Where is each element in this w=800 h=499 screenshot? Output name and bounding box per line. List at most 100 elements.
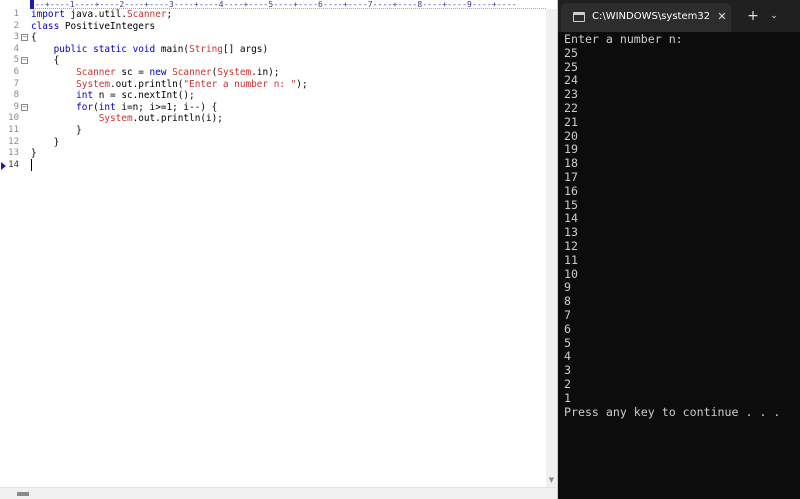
code-token-str: "Enter a number n: ": [183, 78, 297, 90]
gutter-line: 11: [0, 125, 30, 137]
console-line: 19: [564, 142, 578, 157]
line-number: 3: [13, 32, 19, 43]
code-line[interactable]: {: [31, 32, 37, 44]
code-token-type: System: [217, 67, 252, 78]
line-number: 11: [8, 125, 19, 135]
code-token: main(: [155, 43, 190, 55]
fold-toggle-icon[interactable]: −: [21, 34, 28, 42]
line-number: 9: [13, 101, 19, 112]
console-line: 25: [564, 45, 578, 60]
line-number: 14: [8, 159, 19, 170]
code-token-type: System: [76, 78, 111, 90]
code-line[interactable]: int n = sc.nextInt();: [31, 90, 195, 102]
code-token-kw: public static void: [53, 43, 156, 55]
code-token: sc =: [115, 67, 150, 78]
gutter-line: 8: [0, 90, 30, 102]
code-token: .out.println(i);: [132, 113, 223, 125]
console-line: 21: [564, 114, 578, 129]
terminal-window[interactable]: C:\WINDOWS\system32\cmd. ✕ + ⌄ Enter a n…: [558, 0, 800, 499]
code-token-type: Scanner: [76, 67, 116, 78]
code-token-kw: import: [31, 9, 65, 20]
console-line: 23: [564, 87, 578, 102]
scroll-down-arrow-icon[interactable]: ▼: [547, 476, 556, 485]
console-line: 20: [564, 128, 578, 143]
gutter-line: 4: [0, 44, 30, 56]
console-line: 11: [564, 252, 578, 267]
gutter-line: 7: [0, 79, 30, 91]
code-token: n = sc.nextInt();: [93, 90, 195, 102]
console-line: 17: [564, 169, 578, 184]
console-line: 1: [564, 390, 571, 405]
code-token: }: [31, 136, 60, 148]
line-number: 4: [13, 43, 19, 54]
code-line[interactable]: for(int i=n; i>=1; i--) {: [31, 102, 217, 114]
text-caret: [31, 159, 32, 171]
console-line: 4: [564, 349, 571, 364]
vertical-scrollbar[interactable]: [546, 9, 557, 487]
line-number: 12: [8, 136, 19, 147]
code-token: java.util.: [64, 9, 127, 20]
gutter-line: 10: [0, 113, 30, 125]
console-line: 12: [564, 238, 578, 253]
line-number-gutter[interactable]: 1 2 3−4 5−6 7 8 9−10 11 12 13 14: [0, 9, 30, 487]
code-line[interactable]: System.out.println(i);: [31, 113, 223, 125]
terminal-tab[interactable]: C:\WINDOWS\system32\cmd. ✕: [561, 3, 731, 32]
current-line-arrow-icon: [1, 161, 6, 170]
gutter-line: 12: [0, 137, 30, 149]
console-line: 5: [564, 335, 571, 350]
terminal-icon: [573, 12, 585, 22]
code-token-type: Scanner: [126, 9, 167, 20]
code-line[interactable]: import java.util.Scanner;: [31, 9, 172, 21]
console-line: 13: [564, 225, 578, 240]
ruler-column-marker: [30, 0, 34, 9]
code-token-kw: class: [31, 20, 60, 32]
line-number: 1: [13, 9, 19, 19]
code-line[interactable]: {: [31, 55, 60, 67]
code-line[interactable]: public static void main(String[] args): [31, 43, 269, 56]
code-line[interactable]: }: [31, 136, 60, 149]
console-line: 25: [564, 59, 578, 74]
gutter-line: 13: [0, 148, 30, 160]
fold-toggle-icon[interactable]: −: [21, 103, 28, 111]
console-line: 18: [564, 156, 578, 171]
line-number: 5: [13, 55, 19, 66]
tab-dropdown-button[interactable]: ⌄: [768, 9, 780, 23]
horizontal-scrollbar[interactable]: [0, 487, 557, 499]
code-line[interactable]: System.out.println("Enter a number n: ")…: [31, 78, 307, 91]
line-number: 8: [13, 90, 19, 101]
console-line: 15: [564, 197, 578, 212]
fold-toggle-icon[interactable]: −: [21, 57, 28, 65]
code-area[interactable]: import java.util.Scanner; class PositiveI…: [31, 9, 545, 487]
gutter-line: 14: [0, 160, 30, 172]
console-line: 9: [564, 280, 571, 295]
code-token-kw: int: [76, 90, 94, 102]
code-token: .out.println(: [110, 78, 184, 90]
code-token-kw: for: [76, 101, 94, 113]
console-line: 7: [564, 307, 571, 322]
code-token: .in);: [251, 67, 280, 78]
code-line[interactable]: class PositiveIntegers: [31, 21, 155, 33]
close-tab-button[interactable]: ✕: [716, 10, 728, 24]
code-line[interactable]: }: [31, 125, 82, 137]
gutter-line: 6: [0, 67, 30, 79]
code-token-type: String: [189, 43, 223, 55]
code-editor[interactable]: ---+----1----+----2----+----3----+----4-…: [0, 0, 557, 499]
tab-title: C:\WINDOWS\system32\cmd.: [592, 11, 710, 22]
gutter-line: 5−: [0, 55, 30, 67]
code-token-kw: int: [98, 101, 116, 113]
line-number: 7: [13, 78, 19, 89]
console-line: 24: [564, 73, 578, 88]
console-output[interactable]: Enter a number n: 25 25 24 23 22 21 20 19 18 17 16 1…: [564, 32, 798, 433]
code-token: i=n; i>=1; i--) {: [115, 101, 218, 113]
code-line[interactable]: Scanner sc = new Scanner(System.in);: [31, 67, 279, 79]
terminal-titlebar[interactable]: C:\WINDOWS\system32\cmd. ✕ + ⌄: [558, 0, 800, 32]
code-token: ;: [166, 9, 173, 20]
line-number: 2: [13, 20, 19, 31]
horizontal-scroll-thumb[interactable]: [17, 492, 29, 496]
console-line: 8: [564, 294, 571, 309]
code-token-type: Scanner: [172, 67, 212, 78]
new-tab-button[interactable]: +: [746, 8, 760, 24]
